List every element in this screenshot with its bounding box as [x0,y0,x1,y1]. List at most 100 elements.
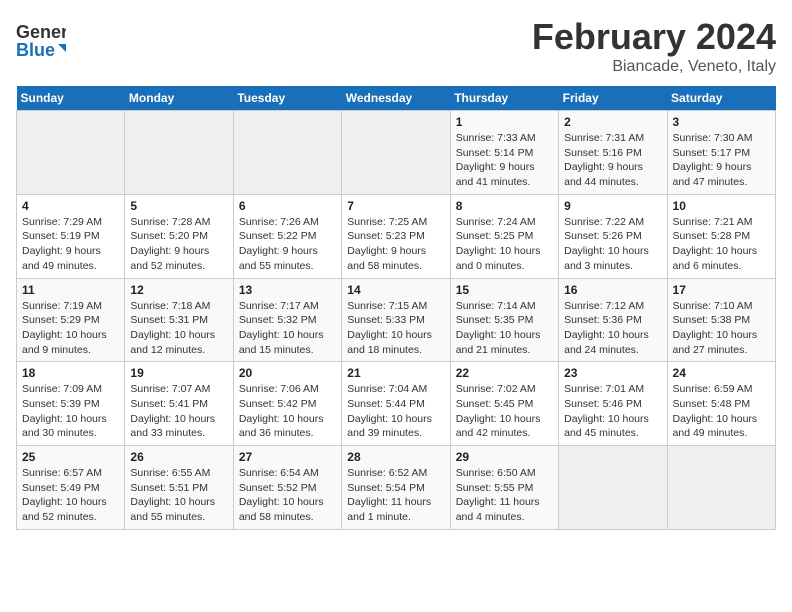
day-number: 22 [456,366,553,380]
day-info: Sunrise: 7:02 AM Sunset: 5:45 PM Dayligh… [456,382,553,441]
calendar-cell: 29 Sunrise: 6:50 AM Sunset: 5:55 PM Dayli… [450,446,558,530]
calendar-cell: 21 Sunrise: 7:04 AM Sunset: 5:44 PM Dayli… [342,362,450,446]
calendar-cell: 19Sunrise: 7:07 AM Sunset: 5:41 PM Dayli… [125,362,233,446]
day-info: Sunrise: 7:19 AM Sunset: 5:29 PM Dayligh… [22,299,119,358]
calendar-cell: 6 Sunrise: 7:26 AM Sunset: 5:22 PM Daylig… [233,194,341,278]
day-info: Sunrise: 6:50 AM Sunset: 5:55 PM Dayligh… [456,466,553,525]
calendar-cell [125,111,233,195]
page-header: General Blue February 2024 Biancade, Ven… [16,16,776,76]
week-row-4: 18 Sunrise: 7:09 AM Sunset: 5:39 PM Dayli… [17,362,776,446]
calendar-cell: 27Sunrise: 6:54 AM Sunset: 5:52 PM Dayli… [233,446,341,530]
calendar-cell: 15 Sunrise: 7:14 AM Sunset: 5:35 PM Dayli… [450,278,558,362]
calendar-header-row: SundayMondayTuesdayWednesdayThursdayFrid… [17,86,776,111]
day-number: 5 [130,199,227,213]
column-header-friday: Friday [559,86,667,111]
day-number: 15 [456,283,553,297]
day-info: Sunrise: 7:33 AM Sunset: 5:14 PM Dayligh… [456,131,553,190]
day-number: 2 [564,115,661,129]
column-header-saturday: Saturday [667,86,775,111]
column-header-sunday: Sunday [17,86,125,111]
calendar-cell: 13 Sunrise: 7:17 AM Sunset: 5:32 PM Dayli… [233,278,341,362]
calendar-cell: 12 Sunrise: 7:18 AM Sunset: 5:31 PM Dayli… [125,278,233,362]
calendar-cell: 20 Sunrise: 7:06 AM Sunset: 5:42 PM Dayli… [233,362,341,446]
day-info: Sunrise: 7:30 AM Sunset: 5:17 PM Dayligh… [673,131,770,190]
calendar-cell: 16 Sunrise: 7:12 AM Sunset: 5:36 PM Dayli… [559,278,667,362]
day-number: 6 [239,199,336,213]
column-header-monday: Monday [125,86,233,111]
day-number: 8 [456,199,553,213]
day-info: Sunrise: 7:22 AM Sunset: 5:26 PM Dayligh… [564,215,661,274]
day-number: 18 [22,366,119,380]
day-info: Sunrise: 7:24 AM Sunset: 5:25 PM Dayligh… [456,215,553,274]
calendar-cell: 5 Sunrise: 7:28 AM Sunset: 5:20 PM Daylig… [125,194,233,278]
subtitle: Biancade, Veneto, Italy [532,58,776,76]
calendar-cell: 4 Sunrise: 7:29 AM Sunset: 5:19 PM Daylig… [17,194,125,278]
day-info: Sunrise: 7:01 AM Sunset: 5:46 PM Dayligh… [564,382,661,441]
calendar-cell: 14Sunrise: 7:15 AM Sunset: 5:33 PM Dayli… [342,278,450,362]
calendar-cell: 17Sunrise: 7:10 AM Sunset: 5:38 PM Dayli… [667,278,775,362]
day-info: Sunrise: 6:57 AM Sunset: 5:49 PM Dayligh… [22,466,119,525]
month-title: February 2024 [532,16,776,58]
calendar-cell: 22 Sunrise: 7:02 AM Sunset: 5:45 PM Dayli… [450,362,558,446]
day-info: Sunrise: 6:54 AM Sunset: 5:52 PM Dayligh… [239,466,336,525]
calendar-cell: 26 Sunrise: 6:55 AM Sunset: 5:51 PM Dayli… [125,446,233,530]
day-number: 3 [673,115,770,129]
calendar-cell: 10 Sunrise: 7:21 AM Sunset: 5:28 PM Dayli… [667,194,775,278]
day-number: 19 [130,366,227,380]
day-number: 16 [564,283,661,297]
day-number: 28 [347,450,444,464]
svg-text:Blue: Blue [16,40,55,60]
day-info: Sunrise: 7:06 AM Sunset: 5:42 PM Dayligh… [239,382,336,441]
day-number: 10 [673,199,770,213]
day-number: 20 [239,366,336,380]
logo: General Blue [16,16,66,61]
calendar-cell [667,446,775,530]
day-info: Sunrise: 7:10 AM Sunset: 5:38 PM Dayligh… [673,299,770,358]
day-info: Sunrise: 6:55 AM Sunset: 5:51 PM Dayligh… [130,466,227,525]
day-info: Sunrise: 7:26 AM Sunset: 5:22 PM Dayligh… [239,215,336,274]
title-section: February 2024 Biancade, Veneto, Italy [532,16,776,76]
calendar-cell: 1 Sunrise: 7:33 AM Sunset: 5:14 PM Daylig… [450,111,558,195]
calendar-cell [233,111,341,195]
calendar-cell [559,446,667,530]
day-number: 11 [22,283,119,297]
day-number: 13 [239,283,336,297]
day-number: 7 [347,199,444,213]
week-row-2: 4 Sunrise: 7:29 AM Sunset: 5:19 PM Daylig… [17,194,776,278]
day-number: 26 [130,450,227,464]
day-info: Sunrise: 7:29 AM Sunset: 5:19 PM Dayligh… [22,215,119,274]
calendar-cell: 3 Sunrise: 7:30 AM Sunset: 5:17 PM Daylig… [667,111,775,195]
day-number: 1 [456,115,553,129]
calendar-cell: 8 Sunrise: 7:24 AM Sunset: 5:25 PM Daylig… [450,194,558,278]
calendar-cell [17,111,125,195]
day-number: 9 [564,199,661,213]
day-number: 4 [22,199,119,213]
day-info: Sunrise: 7:31 AM Sunset: 5:16 PM Dayligh… [564,131,661,190]
day-number: 12 [130,283,227,297]
calendar-cell: 28 Sunrise: 6:52 AM Sunset: 5:54 PM Dayli… [342,446,450,530]
day-number: 29 [456,450,553,464]
calendar-cell: 24 Sunrise: 6:59 AM Sunset: 5:48 PM Dayli… [667,362,775,446]
column-header-thursday: Thursday [450,86,558,111]
week-row-5: 25Sunrise: 6:57 AM Sunset: 5:49 PM Dayli… [17,446,776,530]
day-info: Sunrise: 7:12 AM Sunset: 5:36 PM Dayligh… [564,299,661,358]
day-number: 21 [347,366,444,380]
day-info: Sunrise: 6:52 AM Sunset: 5:54 PM Dayligh… [347,466,444,525]
day-info: Sunrise: 6:59 AM Sunset: 5:48 PM Dayligh… [673,382,770,441]
day-info: Sunrise: 7:09 AM Sunset: 5:39 PM Dayligh… [22,382,119,441]
calendar-table: SundayMondayTuesdayWednesdayThursdayFrid… [16,86,776,530]
column-header-wednesday: Wednesday [342,86,450,111]
calendar-cell: 18 Sunrise: 7:09 AM Sunset: 5:39 PM Dayli… [17,362,125,446]
day-info: Sunrise: 7:15 AM Sunset: 5:33 PM Dayligh… [347,299,444,358]
calendar-cell [342,111,450,195]
week-row-1: 1 Sunrise: 7:33 AM Sunset: 5:14 PM Daylig… [17,111,776,195]
day-info: Sunrise: 7:17 AM Sunset: 5:32 PM Dayligh… [239,299,336,358]
logo-icon: General Blue [16,16,66,61]
day-info: Sunrise: 7:18 AM Sunset: 5:31 PM Dayligh… [130,299,227,358]
day-info: Sunrise: 7:28 AM Sunset: 5:20 PM Dayligh… [130,215,227,274]
day-info: Sunrise: 7:04 AM Sunset: 5:44 PM Dayligh… [347,382,444,441]
calendar-cell: 25Sunrise: 6:57 AM Sunset: 5:49 PM Dayli… [17,446,125,530]
day-info: Sunrise: 7:21 AM Sunset: 5:28 PM Dayligh… [673,215,770,274]
day-number: 24 [673,366,770,380]
day-info: Sunrise: 7:14 AM Sunset: 5:35 PM Dayligh… [456,299,553,358]
